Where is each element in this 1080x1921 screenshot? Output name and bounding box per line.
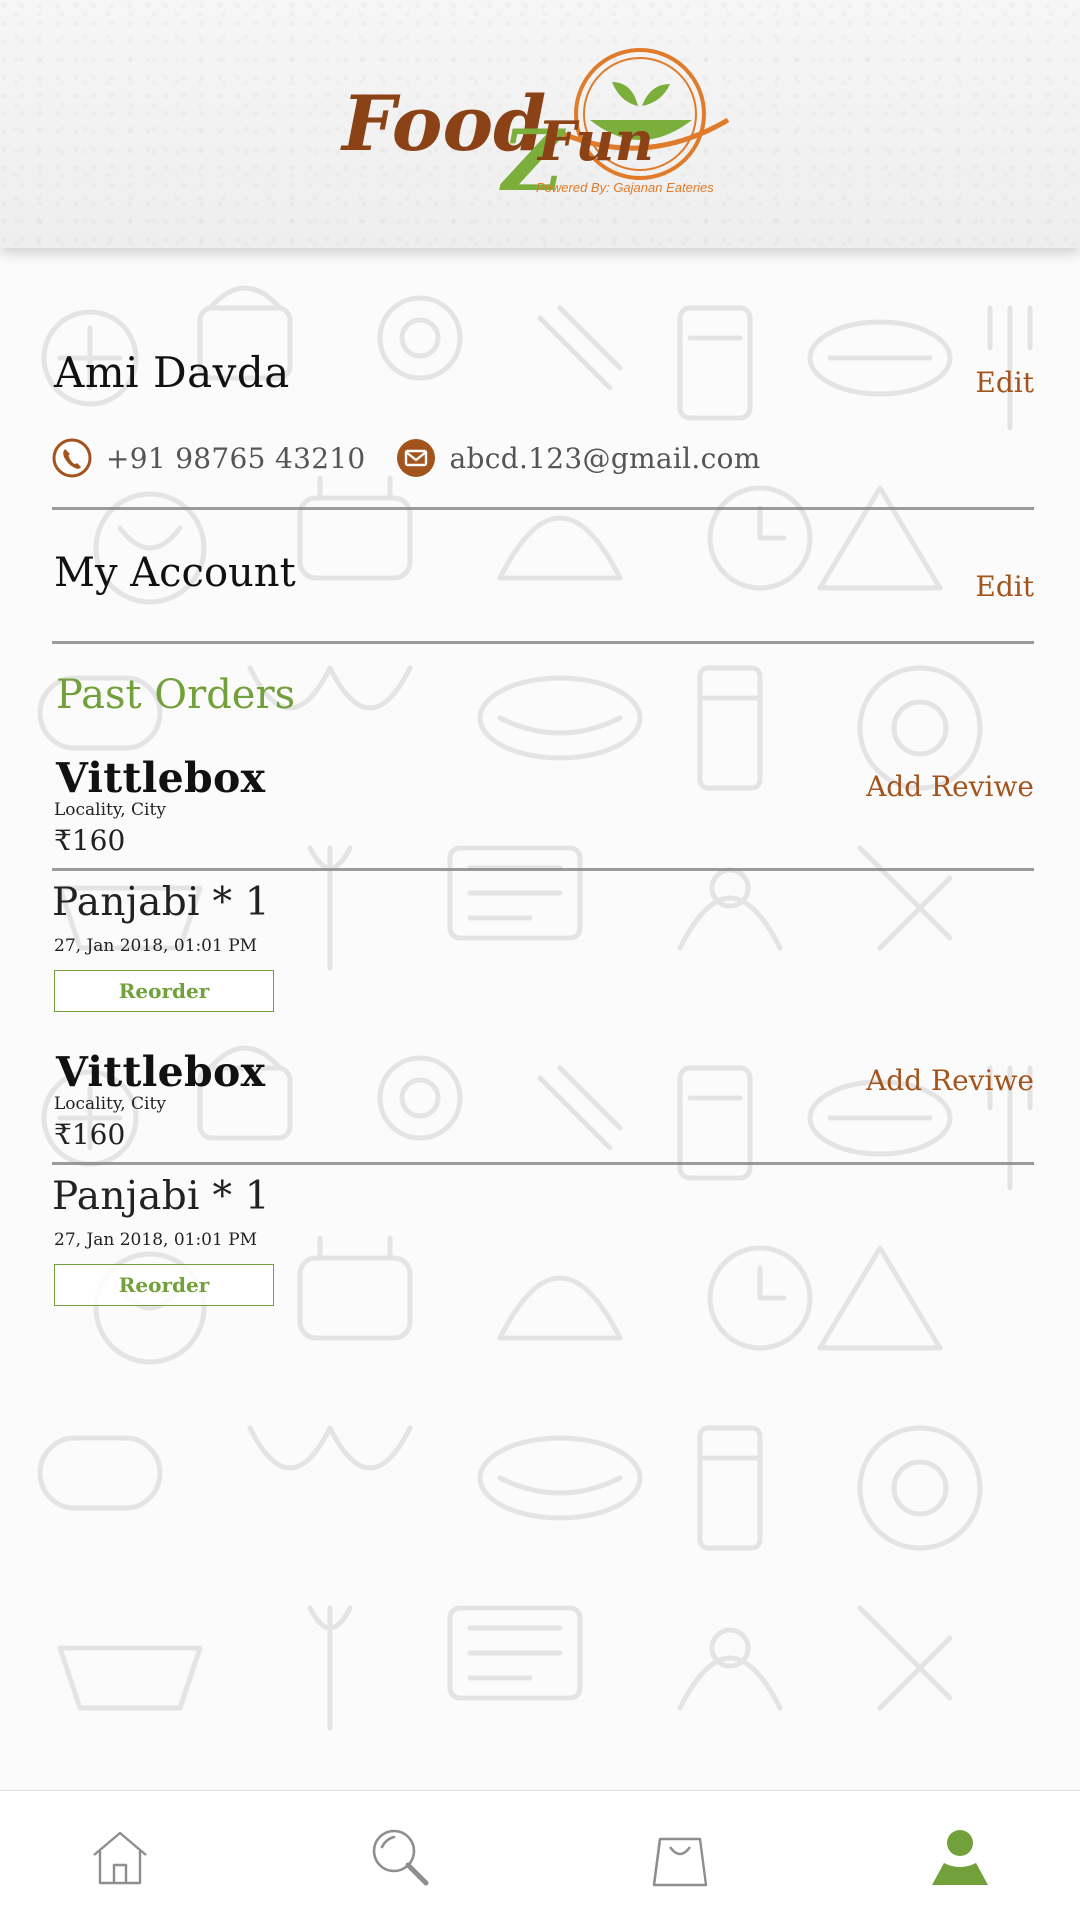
order-price: ₹160: [54, 824, 126, 857]
divider: [52, 641, 1034, 644]
search-icon[interactable]: [368, 1825, 432, 1889]
my-account-title: My Account: [54, 550, 296, 596]
order-item-name: Panjabi * 1: [52, 880, 271, 925]
edit-profile-button[interactable]: Edit: [975, 366, 1034, 399]
order-card-header: Vittlebox Locality, City ₹160 Add Reviwe: [52, 1048, 1034, 1158]
shopping-bag-icon[interactable]: [648, 1825, 712, 1889]
my-account-section: My Account Edit: [52, 510, 1034, 640]
add-review-button[interactable]: Add Reviwe: [866, 770, 1034, 803]
contact-row: +91 98765 43210 abcd.123@gmail.com: [52, 436, 791, 480]
past-orders-heading: Past Orders: [56, 672, 296, 718]
phone-icon: [52, 438, 92, 478]
profile-icon[interactable]: [928, 1825, 992, 1889]
restaurant-name: Vittlebox: [56, 754, 266, 802]
user-info-section: Ami Davda Edit +91 98765 43210 abcd.123@…: [52, 248, 1034, 510]
email-address: abcd.123@gmail.com: [449, 441, 761, 475]
reorder-button[interactable]: Reorder: [54, 1264, 274, 1306]
edit-account-button[interactable]: Edit: [975, 570, 1034, 603]
restaurant-locality: Locality, City: [54, 1094, 166, 1114]
reorder-button[interactable]: Reorder: [54, 970, 274, 1012]
divider: [52, 1162, 1034, 1165]
order-details: Panjabi * 1 27, Jan 2018, 01:01 PM Reord…: [52, 880, 652, 1020]
order-price: ₹160: [54, 1118, 126, 1151]
restaurant-locality: Locality, City: [54, 800, 166, 820]
divider: [52, 868, 1034, 871]
bottom-navigation: [0, 1790, 1080, 1921]
restaurant-name: Vittlebox: [56, 1048, 266, 1096]
add-review-button[interactable]: Add Reviwe: [866, 1064, 1034, 1097]
order-card-header: Vittlebox Locality, City ₹160 Add Reviwe: [52, 754, 1034, 864]
order-date: 27, Jan 2018, 01:01 PM: [54, 936, 258, 956]
order-details: Panjabi * 1 27, Jan 2018, 01:01 PM Reord…: [52, 1174, 652, 1314]
phone-number: +91 98765 43210: [106, 441, 366, 475]
app-header: Food Z Fun Powered By: Gajanan Eateries: [0, 0, 1080, 248]
order-item-name: Panjabi * 1: [52, 1174, 271, 1219]
svg-text:Fun: Fun: [536, 109, 654, 173]
order-date: 27, Jan 2018, 01:01 PM: [54, 1230, 258, 1250]
user-name: Ami Davda: [54, 348, 290, 397]
home-icon[interactable]: [88, 1825, 152, 1889]
foodzfun-logo: Food Z Fun Powered By: Gajanan Eateries: [340, 42, 740, 202]
svg-text:Powered By: Gajanan Eateries: Powered By: Gajanan Eateries: [536, 180, 714, 195]
mail-icon: [396, 438, 436, 478]
